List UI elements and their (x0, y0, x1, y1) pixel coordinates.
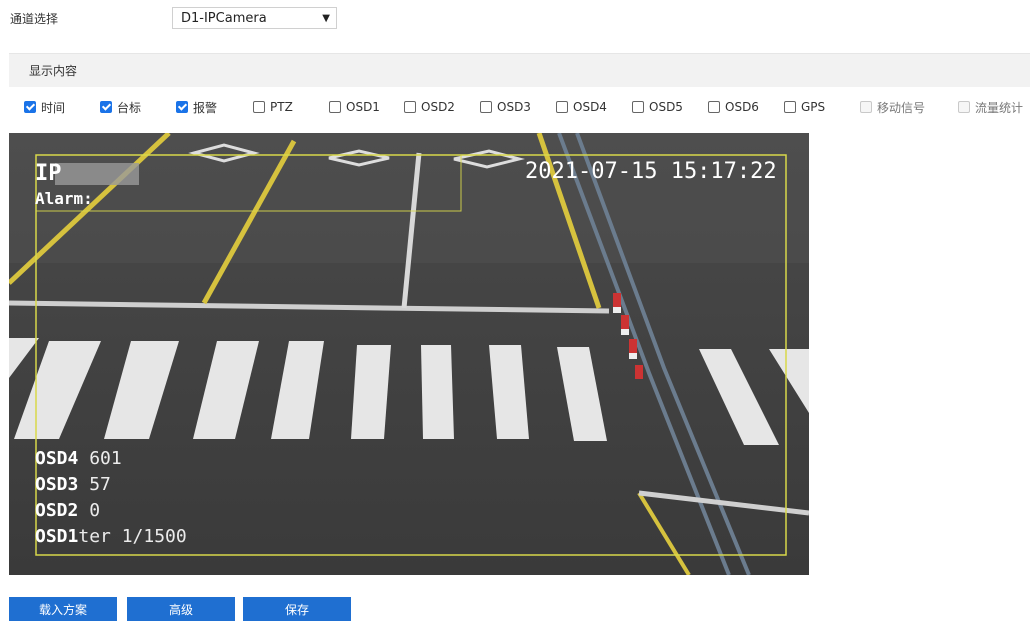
save-button[interactable]: 保存 (243, 597, 351, 621)
osd-label: OSD1 (35, 526, 79, 547)
checkbox-time[interactable]: 时间 (24, 97, 65, 117)
channel-row: 通道选择 D1-IPCamera ▼ (10, 6, 337, 30)
checkbox-label: GPS (801, 100, 826, 114)
channel-select[interactable]: D1-IPCamera ▼ (172, 7, 337, 29)
checkbox-mobile-signal: 移动信号 (860, 97, 925, 117)
checkbox-icon (708, 101, 720, 113)
chevron-down-icon: ▼ (322, 12, 330, 24)
checkbox-icon (329, 101, 341, 113)
checkbox-icon (860, 101, 872, 113)
checkbox-label: OSD6 (725, 100, 759, 114)
channel-select-value: D1-IPCamera (181, 10, 267, 26)
checkbox-icon (958, 101, 970, 113)
checkbox-icon (404, 101, 416, 113)
osd-ip-text: IP (35, 161, 62, 186)
checkbox-osd3[interactable]: OSD3 (480, 97, 531, 117)
checkbox-icon (253, 101, 265, 113)
section-title: 显示内容 (29, 64, 78, 78)
osd-label: OSD4 (35, 448, 79, 469)
checkbox-logo[interactable]: 台标 (100, 97, 141, 117)
checkbox-label: 报警 (193, 100, 218, 115)
checkbox-icon (100, 101, 112, 113)
advanced-button[interactable]: 高级 (127, 597, 235, 621)
checkbox-alarm[interactable]: 报警 (176, 97, 217, 117)
osd-line: OSD4 601 (35, 446, 187, 472)
checkbox-icon (176, 101, 188, 113)
load-scheme-button[interactable]: 载入方案 (9, 597, 117, 621)
osd-value: 57 (89, 474, 111, 495)
osd-line: OSD1ter 1/1500 (35, 524, 187, 550)
osd-value: ter 1/1500 (78, 526, 187, 547)
checkbox-osd5[interactable]: OSD5 (632, 97, 683, 117)
checkbox-label: OSD2 (421, 100, 455, 114)
checkbox-ptz[interactable]: PTZ (253, 97, 293, 117)
osd-time-text: 2021-07-15 15:17:22 (525, 159, 777, 184)
checkbox-label: 流量统计 (975, 100, 1024, 115)
checkbox-label: 移动信号 (877, 100, 926, 115)
checkbox-label: OSD1 (346, 100, 380, 114)
video-preview[interactable]: IP Alarm: 2021-07-15 15:17:22 OSD4 601 O… (9, 133, 809, 575)
checkbox-traffic-stats: 流量统计 (958, 97, 1023, 117)
checkbox-osd1[interactable]: OSD1 (329, 97, 380, 117)
checkbox-icon (480, 101, 492, 113)
osd-alarm-text: Alarm: (35, 189, 93, 208)
checkbox-icon (784, 101, 796, 113)
channel-label: 通道选择 (10, 11, 59, 26)
osd-value: 601 (89, 448, 122, 469)
osd-line: OSD2 0 (35, 498, 187, 524)
osd-value: 0 (89, 500, 101, 521)
osd-overlay-list: OSD4 601 OSD3 57 OSD2 0 OSD1ter 1/1500 (35, 446, 187, 550)
osd-label: OSD3 (35, 474, 79, 495)
checkbox-label: 台标 (117, 100, 142, 115)
checkbox-osd4[interactable]: OSD4 (556, 97, 607, 117)
checkbox-label: OSD3 (497, 100, 531, 114)
display-content-header: 显示内容 (9, 53, 1030, 87)
checkbox-label: 时间 (41, 100, 66, 115)
checkbox-icon (632, 101, 644, 113)
osd-line: OSD3 57 (35, 472, 187, 498)
checkbox-label: PTZ (270, 100, 293, 114)
checkbox-label: OSD4 (573, 100, 607, 114)
checkbox-osd2[interactable]: OSD2 (404, 97, 455, 117)
checkbox-osd6[interactable]: OSD6 (708, 97, 759, 117)
checkbox-label: OSD5 (649, 100, 683, 114)
osd-label: OSD2 (35, 500, 79, 521)
checkbox-icon (24, 101, 36, 113)
checkbox-icon (556, 101, 568, 113)
checkbox-gps[interactable]: GPS (784, 97, 825, 117)
